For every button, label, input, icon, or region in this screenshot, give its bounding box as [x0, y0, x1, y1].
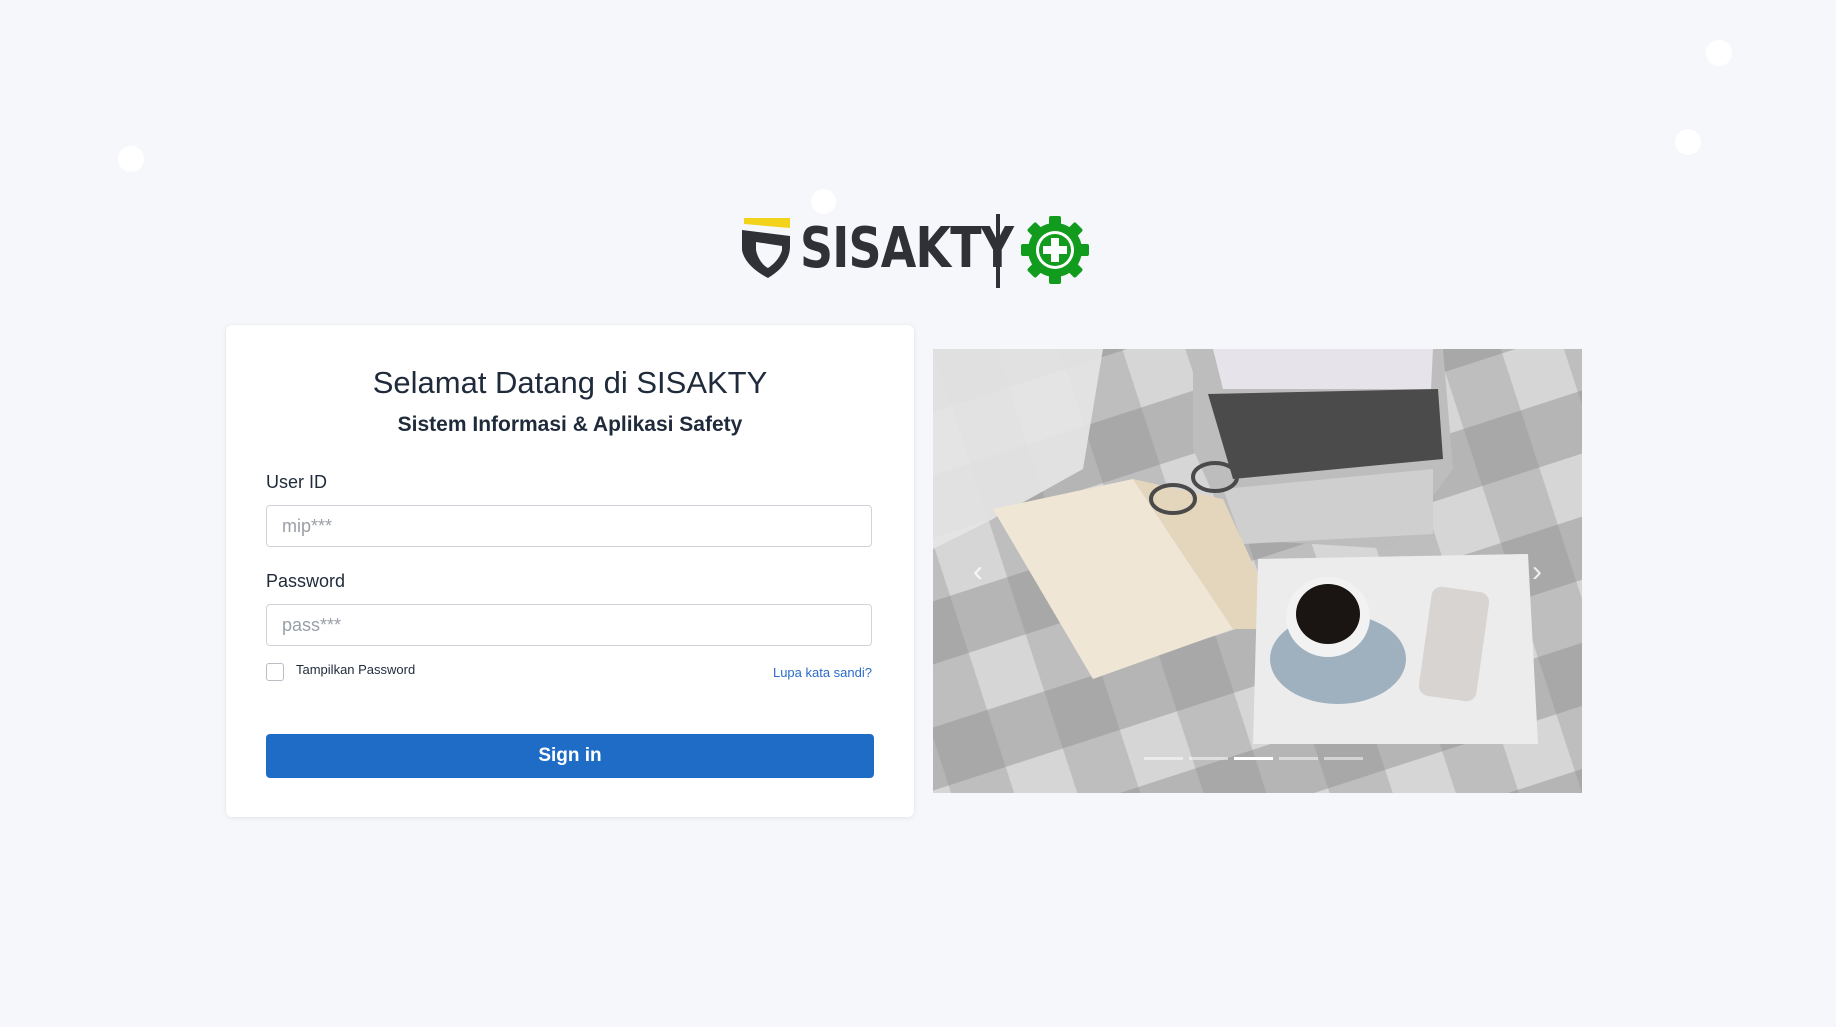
userid-input[interactable]: [266, 505, 872, 547]
forgot-password-link[interactable]: Lupa kata sandi?: [773, 665, 872, 680]
carousel-prev-icon[interactable]: ‹: [973, 557, 983, 587]
sisakty-logo: SISAKTY: [740, 208, 1089, 288]
decor-dot: [1675, 129, 1701, 155]
carousel-indicator[interactable]: [1324, 757, 1363, 760]
show-password-label[interactable]: Tampilkan Password: [296, 662, 415, 677]
carousel-next-icon[interactable]: ›: [1532, 557, 1542, 587]
decor-dot: [118, 146, 144, 172]
logo-divider: [996, 214, 1000, 288]
carousel-indicator[interactable]: [1189, 757, 1228, 760]
carousel-indicator[interactable]: [1144, 757, 1183, 760]
password-label: Password: [266, 571, 346, 591]
carousel-slide-image: [933, 349, 1582, 793]
show-password-checkbox[interactable]: [266, 663, 284, 681]
safety-gear-cross-icon: [1021, 216, 1089, 284]
page-title: Selamat Datang di SISAKTY: [372, 365, 768, 400]
login-card: Selamat Datang di SISAKTY Sistem Informa…: [226, 325, 914, 817]
shield-icon: [742, 218, 790, 278]
brand-wordmark: SISAKTY: [800, 215, 1014, 281]
image-carousel: ‹ ›: [933, 349, 1582, 793]
carousel-indicators: [1144, 757, 1363, 760]
carousel-indicator[interactable]: [1279, 757, 1318, 760]
page-subtitle: Sistem Informasi & Aplikasi Safety: [397, 413, 743, 436]
password-input[interactable]: [266, 604, 872, 646]
userid-label: User ID: [266, 472, 328, 492]
decor-dot: [1706, 40, 1732, 66]
sign-in-button[interactable]: Sign in: [266, 734, 874, 778]
carousel-indicator-active[interactable]: [1234, 757, 1273, 760]
